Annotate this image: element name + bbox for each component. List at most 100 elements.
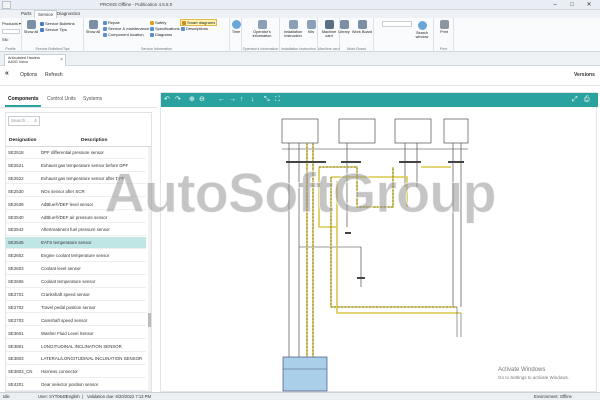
status-idle: Idle	[3, 394, 10, 399]
table-row[interactable]: SE2602 Engine coolant temperature sensor	[6, 250, 146, 262]
designation-cell: SE2602	[8, 253, 24, 259]
table-row[interactable]: SE2518 DPF differential pressure sensor	[6, 147, 146, 159]
ribbon-group-time: Time	[230, 18, 242, 52]
wiring-diagram	[281, 118, 469, 392]
ribbon-group-search-window: Search window	[410, 18, 434, 52]
ribbon-group-label: Machine card	[318, 47, 340, 51]
zoom-in-icon[interactable]: ⊕	[189, 95, 195, 105]
ribbon-search-input[interactable]	[382, 21, 412, 27]
ecu-block	[282, 356, 328, 392]
diagrams-button[interactable]: Diagrams	[150, 32, 172, 37]
column-header-designation[interactable]: Designation	[9, 138, 36, 143]
table-row[interactable]: SE2542 Aftertreatment fuel pressure senso…	[6, 224, 146, 237]
collapse-icon[interactable]: ⤡	[264, 95, 270, 105]
description-cell: Coolant level sensor	[41, 266, 81, 272]
service-show-all-button[interactable]: Show all	[85, 20, 101, 34]
installation-instruction-button[interactable]: Installation Instruction	[280, 20, 306, 39]
table-row[interactable]: SE3803 LATERAL/LONGITUDINAL INCLINATION S…	[6, 353, 146, 366]
ribbon-group-label: Service Information	[141, 47, 172, 51]
print-button[interactable]: Print	[433, 20, 455, 34]
options-button[interactable]: Options	[20, 72, 37, 78]
description-cell: EATS temperature sensor	[41, 240, 92, 246]
ribbon-group-bulletins: Show all Service Bulletins Service Tips …	[22, 18, 84, 52]
document-tabs: Articulated Haulers A40G Volvo ×	[0, 52, 600, 66]
table-row[interactable]: SE2603 Coolant level sensor	[6, 263, 146, 275]
bulletins-show-all-button[interactable]: Show all	[23, 20, 39, 34]
versions-button[interactable]: Versions	[574, 72, 595, 78]
diagram-panel: ↶ ↷ ⊕ ⊖ ← → ↑ ↓ ⤡ ⛶ ⤢ ⎙	[160, 92, 598, 393]
smart-diagrams-button[interactable]: Smart diagrams	[180, 19, 218, 26]
designation-cell: SE2701	[8, 291, 24, 297]
description-cell: Gear selector position sensor	[41, 382, 99, 388]
product-field[interactable]	[2, 29, 20, 34]
refresh-button[interactable]: Refresh	[45, 72, 63, 78]
tab-parts[interactable]: Parts	[18, 10, 35, 18]
table-row[interactable]: SE2606 Coolant temperature sensor	[6, 276, 146, 288]
service-bulletins-button[interactable]: Service Bulletins	[40, 21, 75, 26]
ribbon-group-label: Service Bulletins/Tips	[35, 47, 70, 51]
arrow-right-icon[interactable]: →	[229, 95, 236, 105]
arrow-left-icon[interactable]: ←	[218, 95, 225, 105]
table-row[interactable]: SE2701 Crankshaft speed sensor	[6, 289, 146, 301]
maximize-button[interactable]: □	[565, 1, 579, 9]
status-validation: Validation due: 6/20/2022 7:13 PM	[87, 394, 151, 399]
column-header-description[interactable]: Description	[81, 138, 107, 143]
close-icon[interactable]: ×	[60, 58, 63, 63]
status-user: User: SYT0640	[38, 394, 67, 399]
arrow-up-icon[interactable]: ↑	[240, 95, 244, 105]
component-location-button[interactable]: Component location	[103, 32, 144, 37]
serial-field[interactable]: SN:	[2, 37, 9, 42]
expand-icon[interactable]: ⛶	[275, 95, 280, 105]
close-button[interactable]: ✕	[582, 1, 596, 9]
library-button[interactable]: Library	[337, 20, 351, 34]
status-bar: Idle User: SYT0640 English | Validation …	[0, 392, 600, 400]
description-cell: Engine coolant temperature sensor	[41, 253, 110, 259]
specifications-button[interactable]: Specifications	[150, 26, 180, 31]
tab-systems[interactable]: Systems	[83, 96, 102, 102]
tab-control-units[interactable]: Control Units	[47, 96, 76, 102]
document-tab[interactable]: Articulated Haulers A40G Volvo ×	[4, 54, 66, 66]
fit-icon[interactable]: ⤢	[572, 95, 578, 105]
ribbon-group-operators: Operator's information Operator's Inform…	[242, 18, 280, 52]
service-maintenance-button[interactable]: Service & maintenance	[103, 26, 149, 31]
collapse-panel-button[interactable]: «	[5, 70, 9, 77]
redo-icon[interactable]: ↷	[175, 95, 181, 105]
arrow-down-icon[interactable]: ↓	[251, 95, 255, 105]
wiring-diagram-canvas[interactable]	[161, 107, 598, 393]
ribbon-group-profile: Products ▾ SN: Profile	[0, 18, 22, 52]
documents-icon	[88, 20, 98, 29]
table-row[interactable]: SE2703 Camshaft speed sensor	[6, 315, 146, 327]
table-row[interactable]: SE2545 EATS temperature sensor	[6, 237, 146, 249]
table-row[interactable]: SE4201 Gear selector position sensor	[6, 379, 146, 391]
toolbar: « Options Refresh Versions	[0, 66, 600, 86]
components-panel: Search... ⌕ Designation Description SE25…	[5, 112, 152, 392]
title-bar: PROSIS Offline - Publication 4.5.8.0 – □…	[0, 0, 600, 10]
operators-information-button[interactable]: Operator's information	[248, 20, 276, 39]
table-row[interactable]: SE2702 Travel pedal position sensor	[6, 302, 146, 314]
table-row[interactable]: SE3801 LONGITUDINAL INCLINATION SENSOR	[6, 341, 146, 353]
watermark: AutoSoftGroup	[104, 161, 497, 225]
components-search-input[interactable]: Search... ⌕	[8, 116, 40, 126]
scrollbar-thumb[interactable]	[148, 313, 151, 327]
safety-button[interactable]: Safety	[150, 20, 166, 25]
service-tips-button[interactable]: Service Tips	[40, 27, 67, 32]
kits-button[interactable]: Kits	[305, 20, 317, 34]
descriptions-button[interactable]: Descriptions	[181, 26, 208, 31]
products-dropdown[interactable]: Products ▾	[2, 21, 21, 26]
search-icon	[417, 21, 427, 30]
search-window-button[interactable]: Search window	[411, 21, 433, 40]
tab-diagnostics[interactable]: Diagnostics	[54, 10, 83, 18]
zoom-out-icon[interactable]: ⊖	[199, 95, 205, 105]
minimize-button[interactable]: –	[548, 1, 562, 9]
work-board-button[interactable]: Work Board	[352, 20, 372, 34]
diagram-box-4	[443, 118, 469, 144]
undo-icon[interactable]: ↶	[164, 95, 170, 105]
ribbon-group-label: Operator's Information	[242, 47, 279, 51]
diagram-box-1	[281, 118, 319, 144]
table-row[interactable]: SE3601 Washer Fluid Level Sensor	[6, 328, 146, 340]
tab-components[interactable]: Components	[8, 96, 39, 102]
print-icon[interactable]: ⎙	[584, 95, 590, 105]
description-cell: Aftertreatment fuel pressure sensor	[41, 227, 110, 233]
table-row[interactable]: SE3803_CN Harness connector	[6, 366, 146, 378]
repair-button[interactable]: Repair	[103, 20, 120, 25]
